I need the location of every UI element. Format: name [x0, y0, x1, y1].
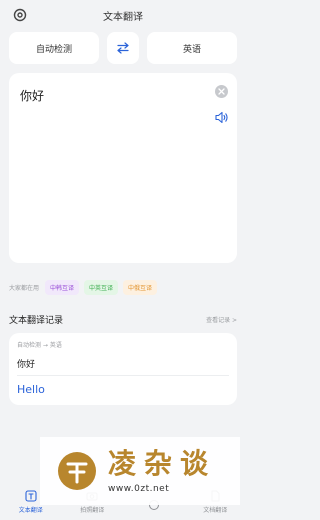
page-title: 文本翻译: [103, 11, 143, 23]
input-card[interactable]: 你好: [9, 73, 237, 263]
source-language-button[interactable]: 自动检测: [9, 32, 99, 64]
tab-label: 拍照翻译: [80, 507, 105, 514]
tab-label: 文本翻译: [18, 507, 43, 514]
history-target-text: Hello: [17, 383, 45, 396]
chip-english[interactable]: 中英互译: [84, 279, 119, 295]
target-language-button[interactable]: 英语: [147, 32, 237, 64]
history-entry[interactable]: 自动检测 → 英语 你好 Hello: [9, 333, 237, 405]
watermark-text: 凌杂谈: [108, 447, 217, 480]
popular-phrases: 大家都在用 中韩互译 中英互译 中俄互译: [9, 279, 237, 295]
history-source-text: 你好: [17, 360, 36, 370]
swap-languages-button[interactable]: [107, 32, 139, 64]
chip-russian[interactable]: 中俄互译: [123, 279, 158, 295]
clear-icon[interactable]: [215, 85, 228, 98]
watermark-url: www.0zt.net: [108, 484, 170, 494]
watermark-logo-icon: [58, 452, 96, 490]
phrases-label: 大家都在用: [9, 284, 40, 292]
watermark-overlay: 凌杂谈 www.0zt.net: [40, 437, 240, 505]
divider: [17, 375, 229, 376]
history-header: 文本翻译记录 查看记录 >: [9, 312, 237, 326]
text-icon: [25, 490, 37, 502]
swap-arrows-icon: [117, 42, 129, 54]
speaker-icon[interactable]: [215, 111, 229, 124]
app-header: 文本翻译: [0, 0, 246, 30]
history-title: 文本翻译记录: [9, 315, 64, 326]
gear-icon[interactable]: [13, 8, 27, 22]
chip-korean[interactable]: 中韩互译: [45, 279, 80, 295]
history-langs: 自动检测 → 英语: [17, 342, 62, 349]
tab-label: 文档翻译: [203, 507, 228, 514]
view-history-link[interactable]: 查看记录 >: [206, 315, 237, 324]
source-language-label: 自动检测: [35, 44, 72, 55]
input-text[interactable]: 你好: [20, 87, 44, 104]
close-icon: [218, 88, 225, 95]
language-selector: 自动检测 英语: [9, 32, 237, 64]
target-language-label: 英语: [182, 44, 201, 55]
